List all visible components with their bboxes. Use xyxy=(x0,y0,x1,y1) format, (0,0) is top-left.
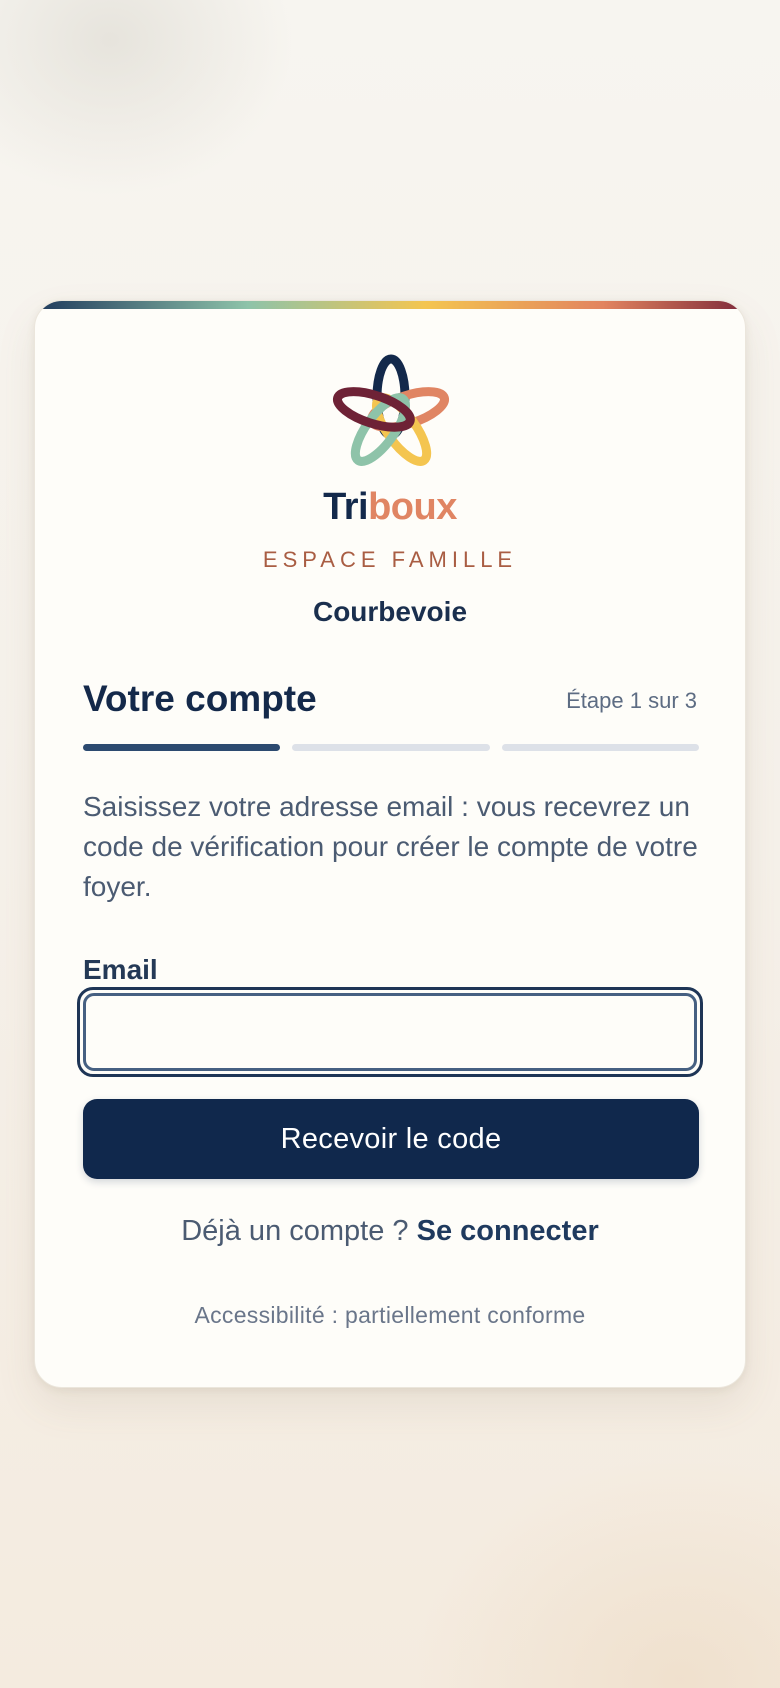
email-field-focus-ring xyxy=(77,987,703,1077)
five-ring-star-logo-icon xyxy=(332,354,450,466)
signin-link[interactable]: Se connecter xyxy=(417,1215,599,1247)
section-title: Votre compte xyxy=(83,678,317,719)
step-indicator: Étape 1 sur 3 xyxy=(566,688,697,713)
card-accent-bar xyxy=(35,301,745,309)
email-field[interactable] xyxy=(83,993,697,1071)
city-name: Courbevoie xyxy=(312,596,468,627)
brand-name-part1: Tri xyxy=(323,486,369,528)
step-progress-bar xyxy=(83,744,699,752)
signup-card: Triboux ESPACE FAMILLE Courbevoie Votre … xyxy=(34,300,746,1388)
progress-segment-3 xyxy=(501,744,699,751)
intro-text: Saisissez votre adresse email : vous rec… xyxy=(83,791,698,902)
progress-segment-1 xyxy=(83,744,281,751)
brand-name: Triboux xyxy=(35,485,745,529)
brand-subtitle: ESPACE FAMILLE xyxy=(262,547,518,572)
progress-segment-2 xyxy=(292,744,490,751)
receive-code-button[interactable]: Recevoir le code xyxy=(83,1099,699,1179)
brand-name-part2: boux xyxy=(368,486,457,528)
email-label: Email xyxy=(83,954,158,985)
accessibility-statement[interactable]: Accessibilité : partiellement conforme xyxy=(35,1301,745,1329)
has-account-text: Déjà un compte ? xyxy=(181,1215,409,1247)
signin-row: Déjà un compte ? Se connecter xyxy=(35,1213,745,1249)
